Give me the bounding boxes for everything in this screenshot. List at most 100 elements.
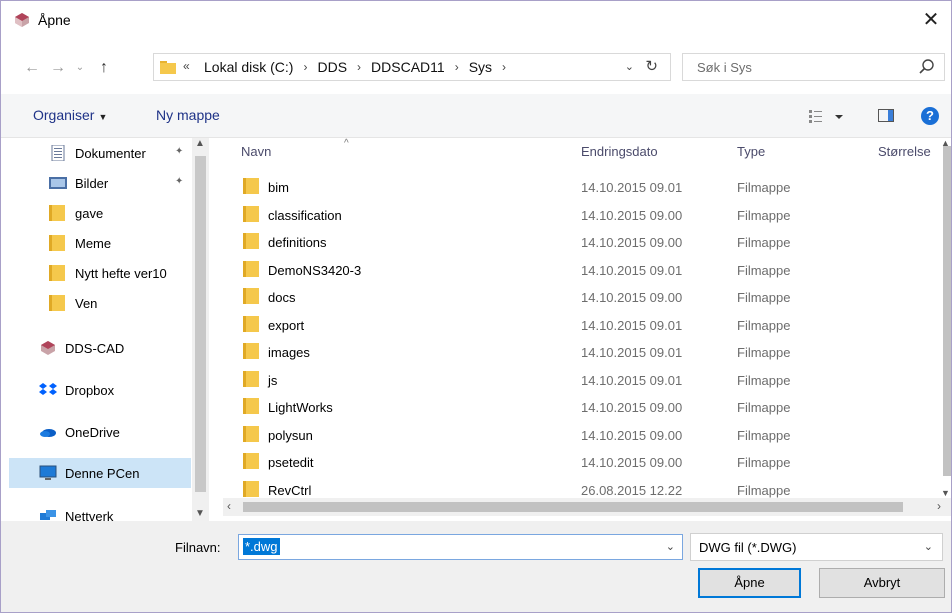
folder-icon (243, 425, 259, 442)
column-header-type[interactable]: Type (737, 144, 765, 159)
table-row[interactable]: RevCtrl 26.08.2015 12.22 Filmappe (223, 477, 941, 499)
up-one-level-button[interactable]: ↑ (93, 57, 115, 79)
folder-icon (243, 370, 259, 387)
onedrive-icon (40, 429, 56, 437)
scroll-down-icon[interactable]: ▼ (195, 508, 205, 519)
filename-field[interactable]: *.dwg ⌄ (238, 534, 683, 560)
column-header-size[interactable]: Størrelse (878, 144, 931, 159)
file-date: 14.10.2015 09.00 (581, 290, 683, 305)
filename-value[interactable]: *.dwg (243, 538, 280, 555)
scroll-left-icon[interactable]: ‹ (227, 499, 231, 513)
folder-icon (243, 205, 259, 222)
folder-icon (243, 288, 259, 304)
chevron-down-icon[interactable]: ⌄ (924, 540, 933, 553)
scroll-up-icon[interactable]: ▲ (195, 138, 205, 149)
sidebar-item-label: Ven (75, 295, 98, 311)
file-type: Filmappe (737, 372, 791, 388)
breadcrumb-item-sys[interactable]: Sys (465, 59, 496, 76)
breadcrumb-item-dds[interactable]: DDS (313, 59, 351, 76)
file-date: 14.10.2015 09.00 (581, 400, 683, 415)
table-row[interactable]: polysun 14.10.2015 09.00 Filmappe (223, 422, 941, 449)
file-name: polysun (268, 427, 313, 443)
table-row[interactable]: export 14.10.2015 09.01 Filmappe (223, 312, 941, 339)
table-row[interactable]: docs 14.10.2015 09.00 Filmappe (223, 284, 941, 311)
file-date: 26.08.2015 12.22 (581, 482, 683, 498)
column-header-date[interactable]: Endringsdato (581, 144, 658, 159)
file-date: 14.10.2015 09.00 (581, 235, 683, 250)
table-row[interactable]: js 14.10.2015 09.01 Filmappe (223, 367, 941, 394)
scrollbar-thumb[interactable] (943, 146, 951, 476)
chevron-down-icon[interactable]: ⌄ (666, 540, 675, 553)
file-type-value: DWG fil (*.DWG) (699, 540, 797, 555)
sidebar-item-gave[interactable]: gave (9, 198, 191, 228)
sidebar-item-meme[interactable]: Meme (9, 228, 191, 258)
folder-icon (243, 480, 259, 497)
sidebar-item-nytt-hefte[interactable]: Nytt hefte ver10 (9, 258, 191, 288)
file-type-select[interactable]: DWG fil (*.DWG) ⌄ (690, 533, 943, 561)
scroll-right-icon[interactable]: › (937, 499, 941, 513)
table-row[interactable]: DemoNS3420-3 14.10.2015 09.01 Filmappe (223, 257, 941, 284)
sidebar-item-dropbox[interactable]: Dropbox (9, 375, 191, 405)
breadcrumb: Lokal disk (C:) › DDS › DDSCAD11 › Sys › (200, 59, 512, 76)
recent-locations-button[interactable]: ⌄ (69, 57, 91, 79)
folder-icon (243, 315, 259, 332)
sidebar-item-dds-cad[interactable]: DDS-CAD (9, 333, 191, 363)
cancel-button[interactable]: Avbryt (819, 568, 945, 598)
title-bar: Åpne ✕ (1, 1, 951, 39)
preview-pane-icon[interactable] (878, 109, 894, 122)
table-row[interactable]: classification 14.10.2015 09.00 Filmappe (223, 202, 941, 229)
table-row[interactable]: psetedit 14.10.2015 09.00 Filmappe (223, 449, 941, 476)
window-title: Åpne (38, 12, 71, 28)
sidebar-item-dokumenter[interactable]: Dokumenter ✦ (9, 138, 191, 168)
breadcrumb-item-ddscad11[interactable]: DDSCAD11 (367, 59, 449, 76)
file-list-vertical-scrollbar[interactable]: ▲ ▼ (941, 138, 951, 498)
back-button[interactable]: ← (21, 57, 43, 79)
sidebar-item-denne-pcen[interactable]: Denne PCen (9, 458, 191, 488)
address-dropdown-button[interactable]: ⌄ (625, 60, 634, 73)
scrollbar-thumb[interactable] (195, 156, 206, 492)
column-header-name[interactable]: Navn (241, 144, 271, 159)
scrollbar-thumb[interactable] (243, 502, 903, 512)
folder-icon (243, 260, 259, 277)
sort-ascending-icon: ^ (344, 138, 349, 149)
table-row[interactable]: bim 14.10.2015 09.01 Filmappe (223, 174, 941, 201)
forward-button[interactable]: → (47, 57, 69, 79)
breadcrumb-separator-icon[interactable]: › (449, 59, 465, 76)
new-folder-button[interactable]: Ny mappe (156, 107, 220, 123)
folder-icon (49, 205, 65, 221)
file-list-horizontal-scrollbar[interactable]: ‹ › (223, 498, 951, 516)
file-date: 14.10.2015 09.00 (581, 427, 683, 443)
help-icon[interactable]: ? (921, 107, 939, 125)
sidebar-item-label: Dokumenter (75, 145, 146, 161)
refresh-button[interactable]: ↻ (645, 57, 658, 75)
sidebar-item-onedrive[interactable]: OneDrive (9, 417, 191, 447)
file-date: 14.10.2015 09.01 (581, 317, 683, 333)
file-name: images (268, 345, 310, 360)
scroll-down-icon[interactable]: ▼ (941, 488, 950, 498)
change-view-icon[interactable] (809, 108, 849, 124)
search-icon[interactable] (918, 58, 936, 76)
breadcrumb-separator-icon[interactable]: › (351, 59, 367, 76)
file-name: definitions (268, 235, 327, 250)
file-name: RevCtrl (268, 482, 312, 498)
sidebar-item-ven[interactable]: Ven (9, 288, 191, 318)
open-button[interactable]: Åpne (698, 568, 801, 598)
address-bar[interactable]: « Lokal disk (C:) › DDS › DDSCAD11 › Sys… (153, 53, 671, 81)
table-row[interactable]: LightWorks 14.10.2015 09.00 Filmappe (223, 394, 941, 421)
folder-icon (243, 398, 259, 414)
table-row[interactable]: definitions 14.10.2015 09.00 Filmappe (223, 229, 941, 256)
close-button[interactable]: ✕ (911, 1, 951, 37)
breadcrumb-item-local-disk[interactable]: Lokal disk (C:) (200, 59, 297, 76)
address-overflow-button[interactable]: « (183, 59, 190, 73)
folder-icon (243, 453, 259, 469)
dropbox-icon (39, 383, 57, 395)
breadcrumb-separator-icon[interactable]: › (496, 59, 512, 76)
sidebar-item-bilder[interactable]: Bilder ✦ (9, 168, 191, 198)
breadcrumb-separator-icon[interactable]: › (297, 59, 313, 76)
search-input[interactable]: Søk i Sys (682, 53, 945, 81)
organise-button[interactable]: Organiser ▼ (33, 107, 107, 123)
table-row[interactable]: images 14.10.2015 09.01 Filmappe (223, 339, 941, 366)
sidebar-item-label: Bilder (75, 175, 109, 191)
file-name: DemoNS3420-3 (268, 262, 362, 278)
sidebar-scrollbar[interactable]: ▲ ▼ (192, 138, 209, 521)
